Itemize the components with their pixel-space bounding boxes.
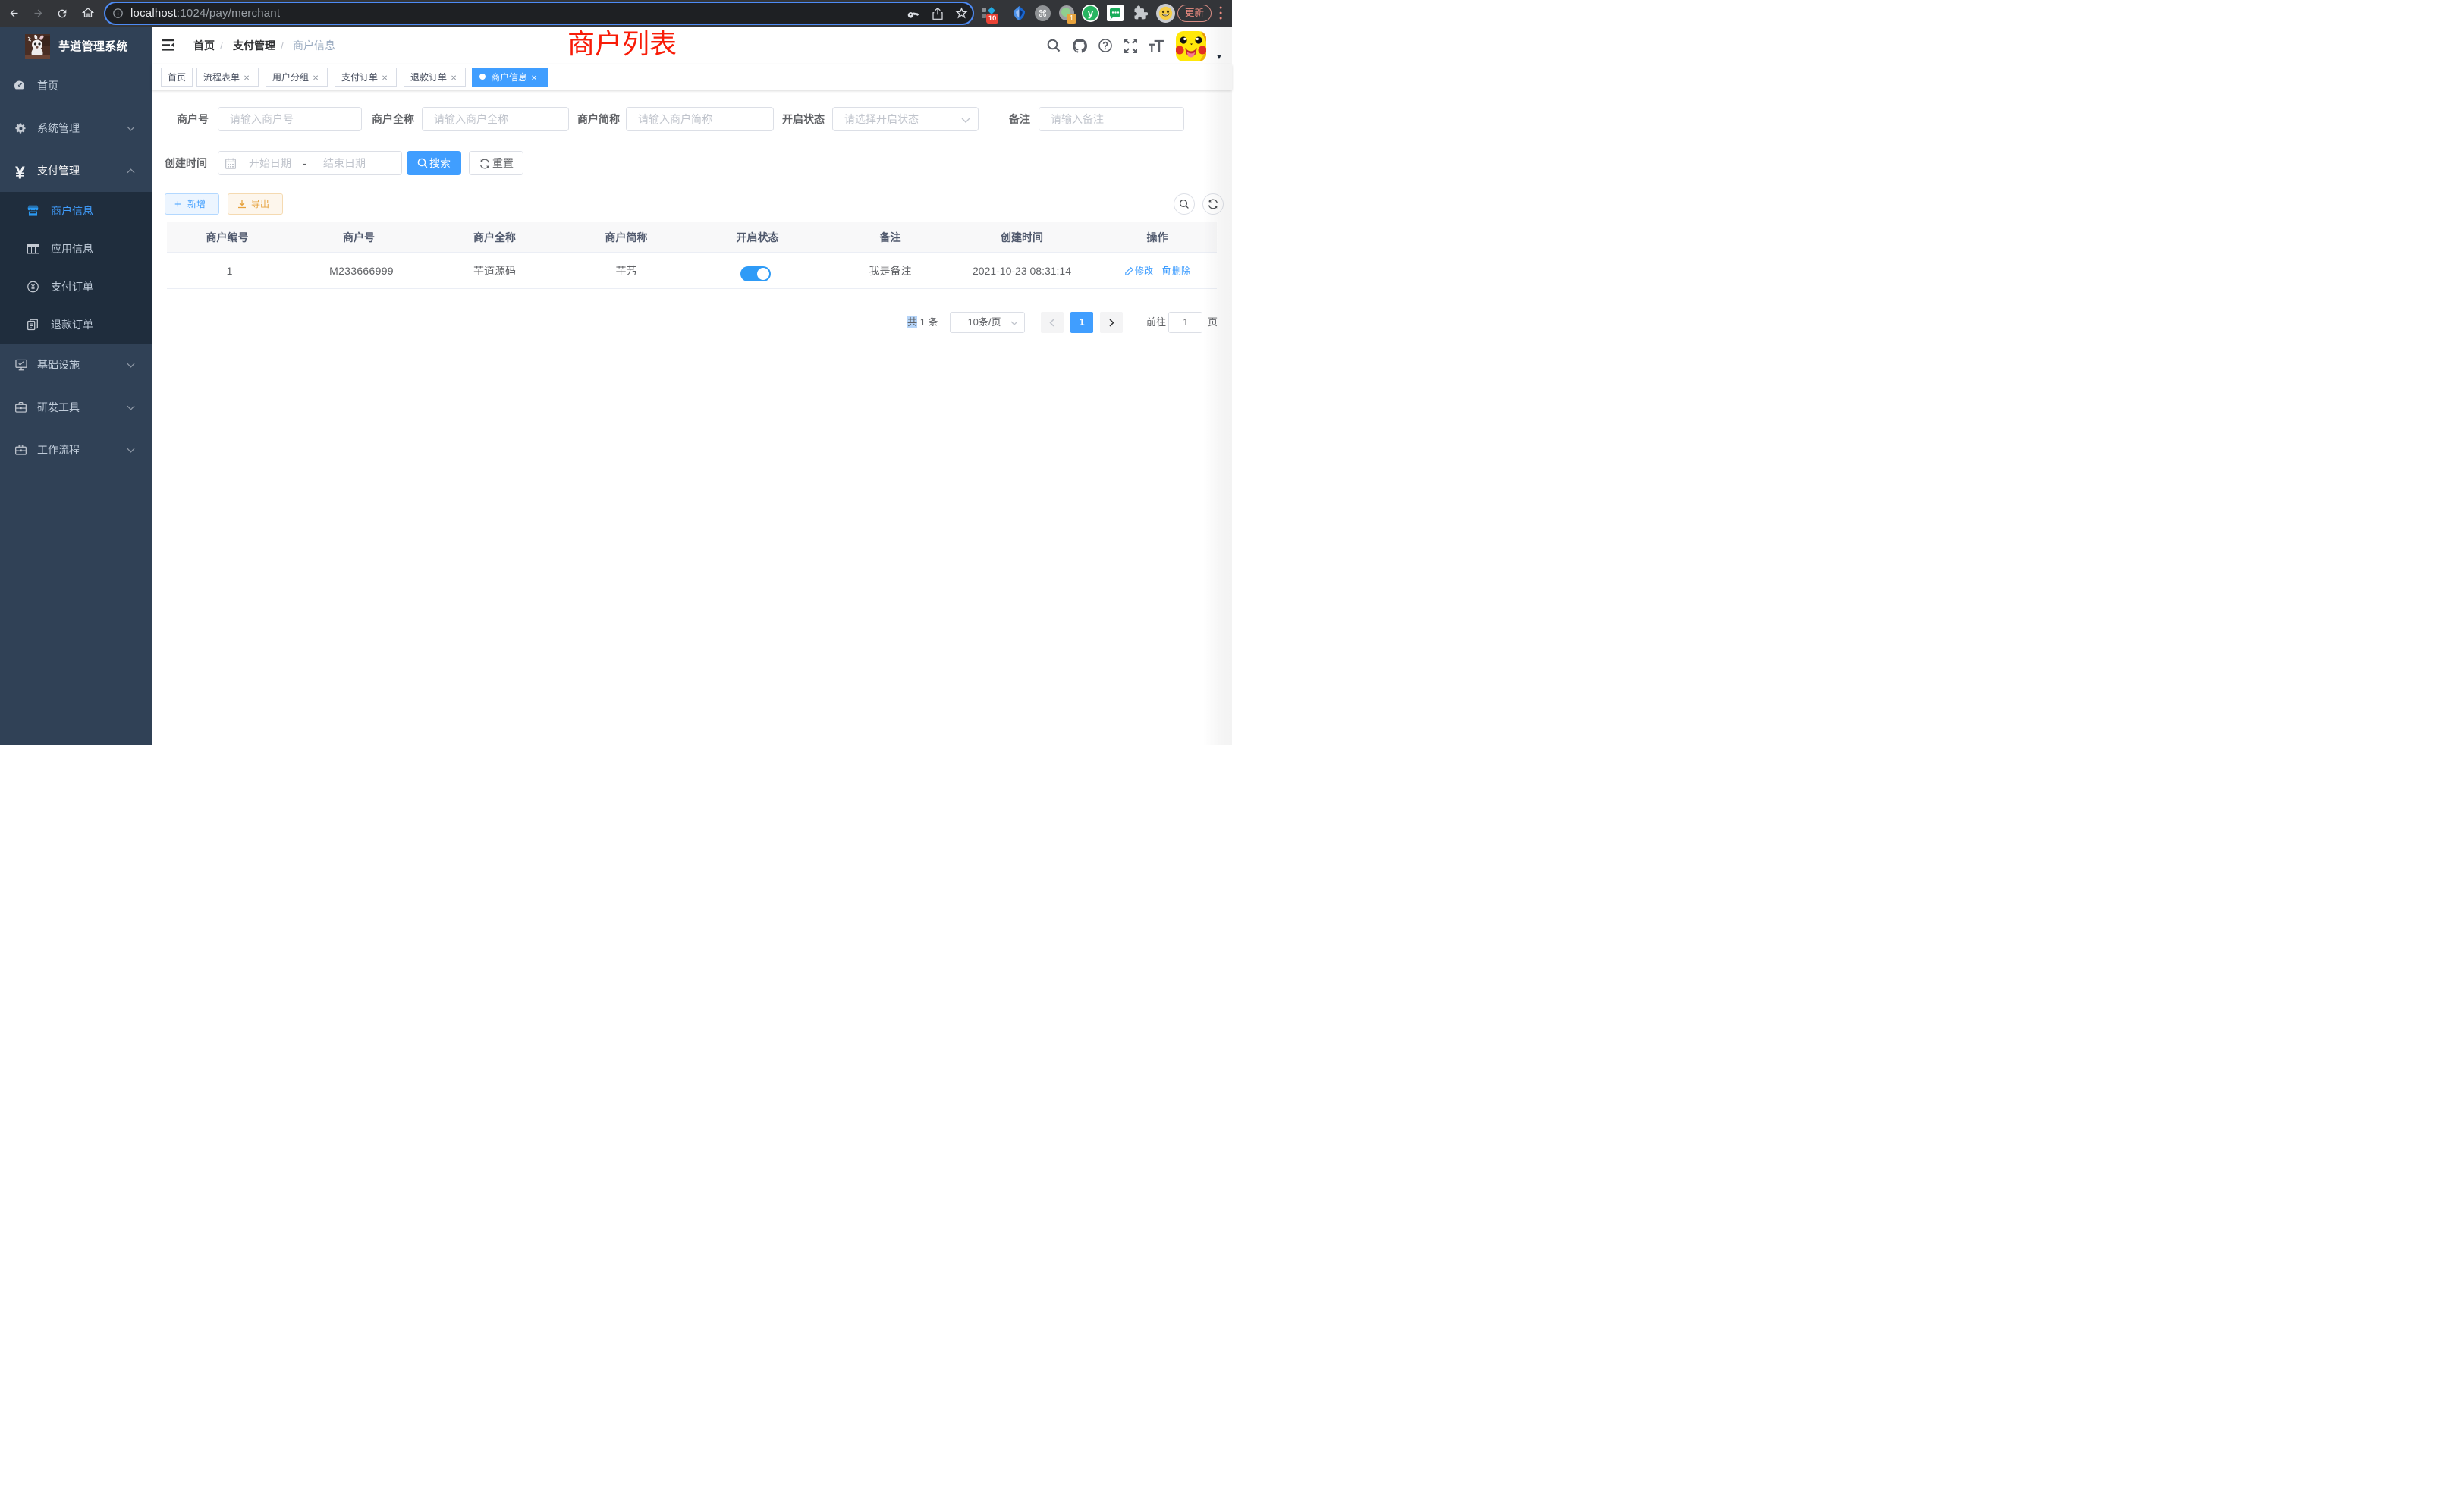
svg-text:⌘: ⌘ bbox=[1039, 8, 1048, 19]
svg-text:y: y bbox=[1088, 8, 1094, 19]
